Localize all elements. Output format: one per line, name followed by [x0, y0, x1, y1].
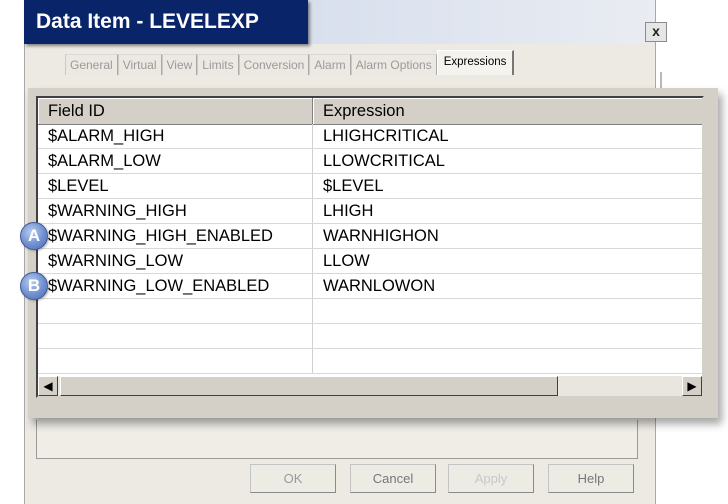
field-id-cell: $WARNING_HIGH_ENABLED: [38, 224, 313, 248]
expressions-panel: Field ID Expression $ALARM_HIGH LHIGHCRI…: [28, 88, 718, 418]
empty-row: [38, 324, 702, 349]
expression-cell: $LEVEL: [323, 177, 384, 195]
tab-expressions[interactable]: Expressions: [436, 50, 515, 75]
empty-row: [38, 349, 702, 374]
column-header-field-id[interactable]: Field ID: [38, 98, 313, 124]
ok-button[interactable]: OK: [250, 464, 336, 493]
table-row[interactable]: $WARNING_HIGH_ENABLED WARNHIGHON: [38, 224, 702, 249]
expression-cell: LHIGH: [323, 202, 374, 220]
tab-alarm[interactable]: Alarm: [309, 54, 351, 75]
field-id-cell: $WARNING_LOW_ENABLED: [38, 274, 313, 298]
table-row[interactable]: $WARNING_LOW LLOW: [38, 249, 702, 274]
expression-cell: WARNHIGHON: [323, 227, 439, 245]
scrollbar-thumb[interactable]: [60, 376, 558, 396]
expression-cell: LLOW: [323, 252, 370, 270]
field-id-cell: $ALARM_HIGH: [38, 124, 313, 148]
tab-general[interactable]: General: [65, 54, 118, 75]
table-row[interactable]: $ALARM_LOW LLOWCRITICAL: [38, 149, 702, 174]
field-id-cell: $WARNING_LOW: [38, 249, 313, 273]
tab-virtual[interactable]: Virtual: [117, 54, 162, 75]
tab-conversion[interactable]: Conversion: [238, 54, 310, 75]
cancel-button[interactable]: Cancel: [350, 464, 436, 493]
empty-cell: [38, 324, 313, 348]
dialog-body-bottom: [36, 420, 638, 459]
expression-cell: WARNLOWON: [323, 277, 436, 295]
apply-button[interactable]: Apply: [448, 464, 534, 493]
field-id-cell: $WARNING_HIGH: [38, 199, 313, 223]
field-id-cell: $ALARM_LOW: [38, 149, 313, 173]
help-button[interactable]: Help: [548, 464, 634, 493]
close-icon[interactable]: x: [645, 22, 667, 42]
tab-view[interactable]: View: [161, 54, 198, 75]
table-row[interactable]: $ALARM_HIGH LHIGHCRITICAL: [38, 124, 702, 149]
tab-bar: General Virtual View Limits Conversion A…: [65, 50, 515, 75]
table-row[interactable]: $WARNING_LOW_ENABLED WARNLOWON: [38, 274, 702, 299]
window-title: Data Item - LEVELEXP: [24, 0, 308, 44]
column-header-expression[interactable]: Expression: [313, 98, 702, 124]
expression-cell: LHIGHCRITICAL: [323, 127, 449, 145]
table-row[interactable]: $LEVEL $LEVEL: [38, 174, 702, 199]
horizontal-scrollbar[interactable]: ◀ ▶: [38, 376, 702, 396]
table-row[interactable]: $WARNING_HIGH LHIGH: [38, 199, 702, 224]
callout-b-badge: B: [20, 272, 48, 300]
expression-cell: LLOWCRITICAL: [323, 152, 445, 170]
callout-a-badge: A: [20, 222, 48, 250]
empty-row: [38, 299, 702, 324]
empty-cell: [38, 349, 313, 373]
table-header: Field ID Expression: [38, 98, 702, 125]
empty-cell: [38, 299, 313, 323]
field-id-cell: $LEVEL: [38, 174, 313, 198]
arrow-left-icon[interactable]: ◀: [38, 376, 58, 396]
tab-limits[interactable]: Limits: [197, 54, 239, 75]
arrow-right-icon[interactable]: ▶: [682, 376, 702, 396]
expressions-table: Field ID Expression $ALARM_HIGH LHIGHCRI…: [36, 96, 704, 398]
tab-alarm-options[interactable]: Alarm Options: [350, 54, 437, 75]
